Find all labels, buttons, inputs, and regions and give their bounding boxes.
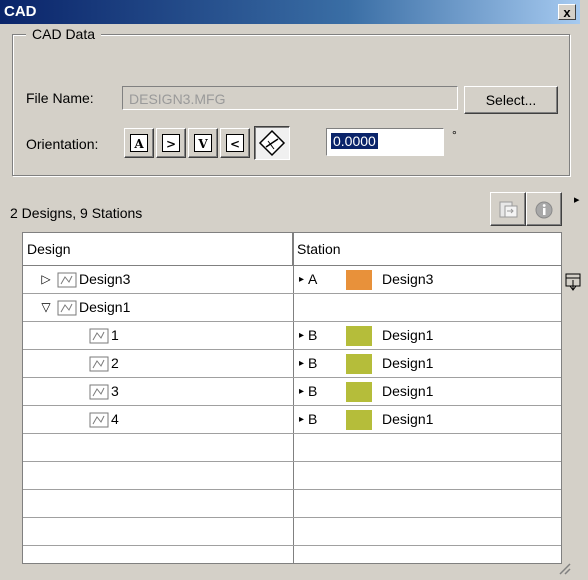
title-bar: CAD x	[0, 0, 580, 24]
station-letter: B	[308, 327, 318, 343]
station-design: Design1	[382, 327, 434, 343]
file-name-label: File Name:	[26, 90, 94, 106]
station-column-header[interactable]: Station	[293, 233, 561, 265]
table-row[interactable]: ▷ Design3 ▸ A Design3	[23, 266, 561, 294]
angle-value: 0.0000	[331, 133, 378, 149]
station-letter: B	[308, 411, 318, 427]
summary-text: 2 Designs, 9 Stations	[10, 205, 143, 221]
empty-row	[23, 490, 561, 518]
station-name: 2	[111, 355, 119, 371]
color-swatch[interactable]	[346, 269, 373, 290]
station-name: 4	[111, 411, 119, 427]
angle-input[interactable]: 0.0000	[326, 128, 444, 156]
station-arrow-icon: ▸	[299, 414, 305, 425]
expand-arrow-icon[interactable]: ▷	[39, 266, 53, 293]
station-letter: B	[308, 355, 318, 371]
color-swatch[interactable]	[346, 381, 373, 402]
design-doc-icon	[57, 300, 77, 315]
station-letter: A	[308, 271, 318, 287]
station-arrow-icon: ▸	[299, 386, 305, 397]
orientation-right-button[interactable]: >	[156, 128, 186, 158]
table-row[interactable]: 4 ▸ B Design1	[23, 406, 561, 434]
color-swatch[interactable]	[346, 409, 373, 430]
file-name-field[interactable]: DESIGN3.MFG	[122, 86, 458, 110]
station-design: Design1	[382, 411, 434, 427]
design-column-header[interactable]: Design	[23, 233, 293, 265]
design-name: Design1	[79, 299, 131, 315]
orientation-left-button[interactable]: <	[220, 128, 250, 158]
panel-expand-arrow-icon[interactable]: ▸	[574, 193, 580, 206]
station-arrow-icon: ▸	[299, 358, 305, 369]
close-button[interactable]: x	[558, 4, 576, 20]
orientation-a-button[interactable]: A	[124, 128, 154, 158]
station-name: 3	[111, 383, 119, 399]
orientation-right-icon: >	[162, 134, 180, 152]
orientation-free-button[interactable]	[254, 126, 290, 160]
station-doc-icon	[89, 356, 109, 371]
table-row[interactable]: ▽ Design1	[23, 294, 561, 322]
design-doc-icon	[57, 272, 77, 287]
station-arrow-icon: ▸	[299, 274, 305, 285]
empty-row	[23, 518, 561, 546]
table-row[interactable]: 3 ▸ B Design1	[23, 378, 561, 406]
station-name: 1	[111, 327, 119, 343]
orientation-v-button[interactable]: V	[188, 128, 218, 158]
station-letter: B	[308, 383, 318, 399]
orientation-left-icon: <	[226, 134, 244, 152]
empty-row	[23, 434, 561, 462]
station-doc-icon	[89, 412, 109, 427]
angle-unit: °	[452, 128, 457, 142]
cad-data-legend: CAD Data	[26, 26, 102, 42]
station-arrow-icon: ▸	[299, 330, 305, 341]
orientation-a-icon: A	[130, 134, 148, 152]
station-design: Design1	[382, 355, 434, 371]
info-button[interactable]	[526, 192, 562, 226]
orientation-free-icon	[258, 129, 286, 157]
empty-row	[23, 462, 561, 490]
station-design: Design1	[382, 383, 434, 399]
export-button[interactable]	[490, 192, 526, 226]
station-design: Design3	[382, 271, 434, 287]
collapse-arrow-icon[interactable]: ▽	[39, 294, 53, 321]
window-title: CAD	[4, 3, 37, 20]
design-name: Design3	[79, 271, 131, 287]
station-doc-icon	[89, 328, 109, 343]
select-button[interactable]: Select...	[464, 86, 558, 114]
export-icon	[499, 201, 518, 218]
table-row[interactable]: 1 ▸ B Design1	[23, 322, 561, 350]
resize-grip-icon[interactable]	[554, 560, 572, 576]
orientation-v-icon: V	[194, 134, 212, 152]
pin-icon[interactable]	[564, 272, 582, 294]
info-icon	[535, 201, 553, 219]
color-swatch[interactable]	[346, 353, 373, 374]
color-swatch[interactable]	[346, 325, 373, 346]
table-header: Design Station	[23, 233, 561, 265]
designs-table: Design Station ▷ Design3 ▸ A Design3 ▽ D…	[22, 232, 562, 564]
table-row[interactable]: 2 ▸ B Design1	[23, 350, 561, 378]
station-doc-icon	[89, 384, 109, 399]
orientation-label: Orientation:	[26, 136, 99, 152]
